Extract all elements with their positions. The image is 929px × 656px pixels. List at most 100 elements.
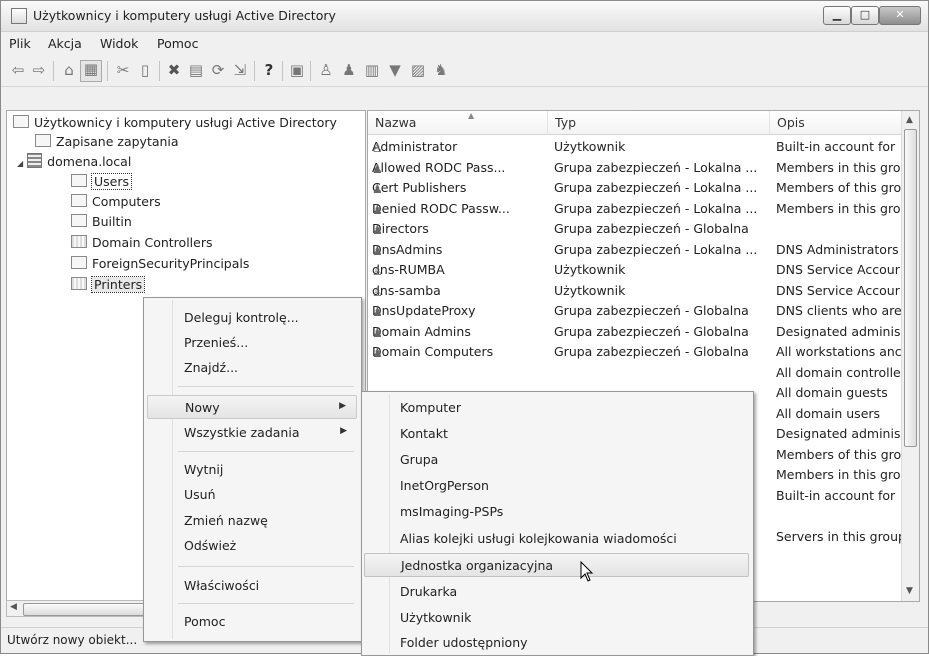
- table-row[interactable]: ♟ Allowed RODC Pass... Grupa zabezpieczeń …: [368, 158, 903, 178]
- group-icon: ♟: [372, 243, 383, 257]
- show-hide-tree-icon[interactable]: ▦: [80, 60, 102, 82]
- submenu-item-contact[interactable]: Kontakt: [364, 422, 749, 446]
- menu-item-delegate-control[interactable]: Deleguj kontrolę...: [147, 306, 357, 330]
- scroll-down-icon[interactable]: ▼: [906, 586, 913, 596]
- menu-item-cut[interactable]: Wytnij: [147, 458, 357, 482]
- table-row[interactable]: ♙ dns-RUMBA Użytkownik DNS Service Accour: [368, 260, 903, 280]
- add-to-group-icon[interactable]: ♞: [432, 62, 450, 79]
- cell-type: Grupa zabezpieczeń - Globalna: [554, 221, 749, 236]
- export-list-icon[interactable]: ⇲: [231, 62, 249, 79]
- scrollbar-thumb[interactable]: [904, 129, 917, 447]
- cell-name: ♙ dns-RUMBA: [372, 262, 550, 277]
- expand-triangle-icon[interactable]: ◢: [17, 159, 23, 168]
- column-header-description[interactable]: Opis: [770, 111, 903, 135]
- folder-icon: [71, 174, 87, 187]
- table-row[interactable]: ♟ Domain Computers Grupa zabezpieczeń - Gl…: [368, 342, 903, 362]
- toolbar: ⇦ ⇨ ⌂ ▦ ✂ ▯ ✖ ▤ ⟳ ⇲ ? ▣ ♙ ♟ ▥ ▼ ▨ ♞: [1, 54, 928, 87]
- submenu-item-msmq-alias[interactable]: Alias kolejki usługi kolejkowania wiadom…: [364, 527, 749, 551]
- cell-description: DNS clients who are: [776, 303, 902, 318]
- copy-icon[interactable]: ▯: [136, 62, 154, 79]
- cell-description: Members in this gro: [776, 159, 901, 175]
- menu-item-refresh[interactable]: Odśwież: [147, 534, 357, 558]
- table-row[interactable]: ♙ dns-samba Użytkownik DNS Service Accour: [368, 281, 903, 301]
- table-row[interactable]: ♟ Domain Admins Grupa zabezpieczeń - Globa…: [368, 322, 903, 342]
- menu-item-help[interactable]: Pomoc: [147, 610, 357, 634]
- menu-item-properties[interactable]: Właściwości: [147, 574, 357, 598]
- table-row[interactable]: ♟ Cert Publishers Grupa zabezpieczeń - Lok…: [368, 178, 903, 198]
- new-ou-icon[interactable]: ▥: [363, 62, 381, 79]
- back-arrow-icon[interactable]: ⇦: [9, 62, 27, 79]
- menu-plik[interactable]: Plik: [9, 36, 31, 51]
- tree-item-computers[interactable]: Computers: [71, 194, 161, 209]
- menu-item-find[interactable]: Znajdź...: [147, 356, 357, 380]
- menu-item-new[interactable]: Nowy ▶: [147, 395, 357, 419]
- menu-pomoc[interactable]: Pomoc: [157, 36, 198, 51]
- menu-item-rename[interactable]: Zmień nazwę: [147, 509, 357, 533]
- refresh-icon[interactable]: ⟳: [209, 62, 227, 79]
- close-button[interactable]: ✕: [879, 6, 921, 25]
- table-row[interactable]: All domain controlle: [368, 363, 903, 383]
- submenu-item-organizational-unit[interactable]: Jednostka organizacyjna: [364, 553, 749, 577]
- column-header-name[interactable]: Nazwa ▲: [368, 111, 548, 135]
- name-text: Allowed RODC Pass...: [372, 159, 506, 175]
- submenu-item-computer[interactable]: Komputer: [364, 396, 749, 420]
- ou-icon: [71, 277, 87, 290]
- group-icon: ♟: [372, 161, 383, 175]
- tree-item-foreign-security-principals[interactable]: ForeignSecurityPrincipals: [71, 256, 249, 271]
- properties-icon[interactable]: ▤: [187, 62, 205, 79]
- tree-item-saved-queries[interactable]: Zapisane zapytania: [35, 134, 179, 149]
- cell-name: ♟ Allowed RODC Pass...: [372, 160, 550, 175]
- delete-icon[interactable]: ✖: [165, 62, 183, 79]
- minimize-button[interactable]: ▁: [823, 6, 851, 25]
- table-row[interactable]: ♟ DnsUpdateProxy Grupa zabezpieczeń - Glob…: [368, 301, 903, 321]
- cell-description: DNS Service Accour: [776, 262, 900, 277]
- submenu-item-user[interactable]: Użytkownik: [364, 606, 749, 630]
- list-vertical-scrollbar[interactable]: ▲ ▼: [901, 111, 919, 601]
- forward-arrow-icon[interactable]: ⇨: [30, 62, 48, 79]
- title-bar: Użytkownicy i komputery usługi Active Di…: [1, 1, 928, 32]
- name-text: Cert Publishers: [372, 180, 467, 195]
- submenu-item-msimaging-psps[interactable]: msImaging-PSPs: [364, 500, 749, 524]
- folder-icon: [35, 134, 51, 147]
- filter-icon[interactable]: ▼: [386, 62, 404, 79]
- menu-akcja[interactable]: Akcja: [48, 36, 82, 51]
- cell-name: ♟ DnsAdmins: [372, 242, 550, 257]
- toolbar-separator: [53, 61, 54, 81]
- submenu-item-shared-folder[interactable]: Folder udostępniony: [364, 631, 749, 655]
- table-row[interactable]: ♟ Directors Grupa zabezpieczeń - Globalna: [368, 219, 903, 239]
- new-user-icon[interactable]: ♙: [317, 62, 335, 79]
- submenu-item-printer[interactable]: Drukarka: [364, 580, 749, 604]
- maximize-button[interactable]: □: [851, 6, 879, 25]
- cell-type: Grupa zabezpieczeń - Globalna: [554, 323, 749, 339]
- up-folder-icon[interactable]: ⌂: [60, 62, 78, 79]
- scroll-up-icon[interactable]: ▲: [906, 115, 913, 125]
- table-row[interactable]: ♙ Administrator Użytkownik Built-in account…: [368, 137, 903, 157]
- console-tree-icon[interactable]: ▣: [288, 62, 306, 79]
- cell-type: Grupa zabezpieczeń - Globalna: [554, 344, 749, 359]
- menu-item-move[interactable]: Przenieś...: [147, 331, 357, 355]
- column-header-type[interactable]: Typ: [548, 111, 770, 135]
- submenu-item-inetorgperson[interactable]: InetOrgPerson: [364, 474, 749, 498]
- cell-description: All domain controlle: [776, 364, 901, 380]
- tree-item-builtin[interactable]: Builtin: [71, 214, 132, 229]
- menu-item-all-tasks[interactable]: Wszystkie zadania ▶: [147, 421, 357, 445]
- tree-item-domain-controllers[interactable]: Domain Controllers: [71, 235, 212, 250]
- user-icon: ♙: [372, 141, 383, 154]
- menu-widok[interactable]: Widok: [100, 36, 138, 51]
- tree-item-printers[interactable]: Printers: [71, 276, 146, 293]
- new-group-icon[interactable]: ♟: [340, 62, 358, 79]
- cell-description: Members of this gro: [776, 180, 902, 195]
- find-icon[interactable]: ▨: [409, 62, 427, 79]
- tree-item-users[interactable]: Users: [71, 173, 133, 190]
- cut-icon[interactable]: ✂: [114, 62, 132, 79]
- tree-root[interactable]: Użytkownicy i komputery usługi Active Di…: [13, 115, 337, 130]
- menu-separator: [178, 566, 354, 567]
- scroll-left-icon[interactable]: ◀: [10, 602, 17, 612]
- menu-item-delete[interactable]: Usuń: [147, 483, 357, 507]
- table-row[interactable]: ♟ DnsAdmins Grupa zabezpieczeń - Lokalna .…: [368, 240, 903, 260]
- tree-item-domain[interactable]: ◢ domena.local: [17, 153, 131, 169]
- submenu-item-group[interactable]: Grupa: [364, 448, 749, 472]
- cell-description: Built-in account for: [776, 139, 896, 154]
- table-row[interactable]: ♟ Denied RODC Passw... Grupa zabezpieczeń …: [368, 199, 903, 219]
- help-icon[interactable]: ?: [260, 62, 278, 79]
